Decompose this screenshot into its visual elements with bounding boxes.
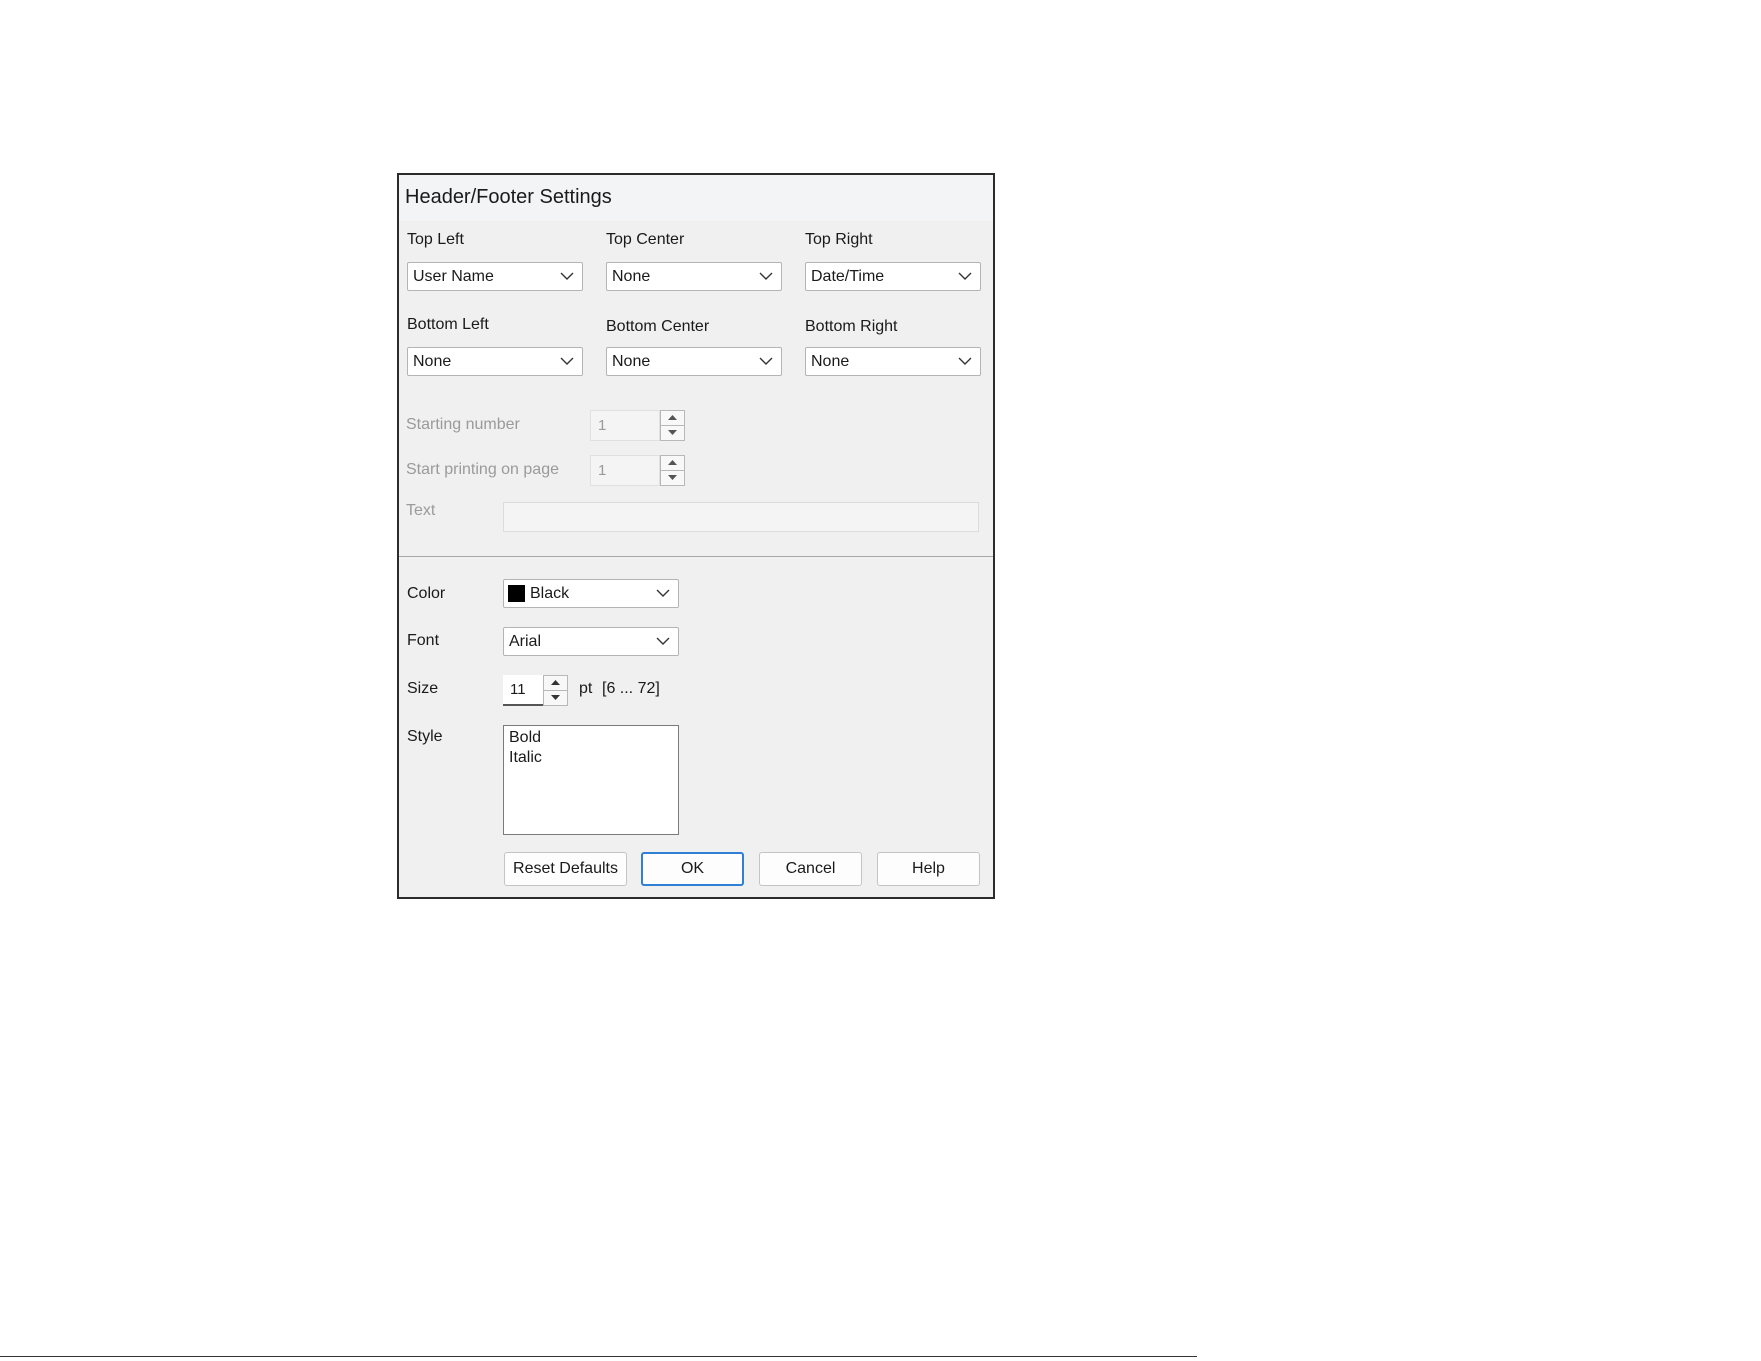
arrow-down-icon [668,475,677,480]
size-unit: pt [579,680,593,697]
text-input[interactable] [503,502,979,532]
arrow-down-icon [551,695,560,700]
dialog-title: Header/Footer Settings [405,186,612,208]
size-label: Size [407,680,439,697]
bottom-center-select[interactable]: None [606,347,782,376]
text-label: Text [406,502,436,519]
decrement-button[interactable] [660,470,685,486]
decrement-button[interactable] [543,690,568,706]
start-printing-stepper[interactable]: 1 [590,455,688,486]
size-stepper[interactable]: 11 [503,675,569,706]
chevron-down-icon [759,272,773,280]
top-left-select[interactable]: User Name [407,262,583,291]
ok-button[interactable]: OK [641,852,744,886]
size-value: 11 [510,681,526,698]
size-range: [6 ... 72] [602,680,660,697]
title-bar: Header/Footer Settings [399,175,993,221]
style-listbox[interactable]: Bold Italic [503,725,679,835]
color-swatch [508,585,525,602]
bottom-center-label: Bottom Center [606,318,710,335]
color-value: Black [530,585,570,602]
bottom-left-label: Bottom Left [407,316,489,333]
decrement-button[interactable] [660,425,685,441]
chevron-down-icon [958,357,972,365]
style-option-bold[interactable]: Bold [509,729,541,747]
starting-number-stepper[interactable]: 1 [590,410,688,441]
increment-button[interactable] [660,410,685,426]
arrow-up-icon [668,460,677,465]
top-left-label: Top Left [407,231,464,248]
reset-defaults-button[interactable]: Reset Defaults [504,852,627,886]
bottom-left-select[interactable]: None [407,347,583,376]
bottom-right-label: Bottom Right [805,318,898,335]
chevron-down-icon [656,589,670,597]
starting-number-label: Starting number [406,416,520,433]
top-center-select[interactable]: None [606,262,782,291]
font-label: Font [407,632,440,649]
style-label: Style [407,728,443,745]
top-center-label: Top Center [606,231,685,248]
font-value: Arial [509,633,542,650]
chevron-down-icon [958,272,972,280]
bottom-right-value: None [811,353,850,370]
chevron-down-icon [656,637,670,645]
bottom-left-value: None [413,353,452,370]
top-center-value: None [612,268,651,285]
color-select[interactable]: Black [503,579,679,608]
help-button[interactable]: Help [877,852,980,886]
color-label: Color [407,585,446,602]
chevron-down-icon [560,272,574,280]
header-footer-dialog: Header/Footer Settings Top Left Top Cent… [397,173,995,899]
divider [399,556,993,557]
page-rule [0,1356,1197,1357]
bottom-right-select[interactable]: None [805,347,981,376]
cancel-button[interactable]: Cancel [759,852,862,886]
chevron-down-icon [759,357,773,365]
increment-button[interactable] [660,455,685,471]
top-right-value: Date/Time [811,268,885,285]
bottom-center-value: None [612,353,651,370]
top-right-select[interactable]: Date/Time [805,262,981,291]
increment-button[interactable] [543,675,568,691]
start-printing-value: 1 [598,462,607,479]
top-right-label: Top Right [805,231,873,248]
chevron-down-icon [560,357,574,365]
style-option-italic[interactable]: Italic [509,749,542,767]
start-printing-label: Start printing on page [406,461,559,478]
font-select[interactable]: Arial [503,627,679,656]
top-left-value: User Name [413,268,494,285]
starting-number-value: 1 [598,417,607,434]
arrow-up-icon [668,415,677,420]
arrow-down-icon [668,430,677,435]
arrow-up-icon [551,680,560,685]
